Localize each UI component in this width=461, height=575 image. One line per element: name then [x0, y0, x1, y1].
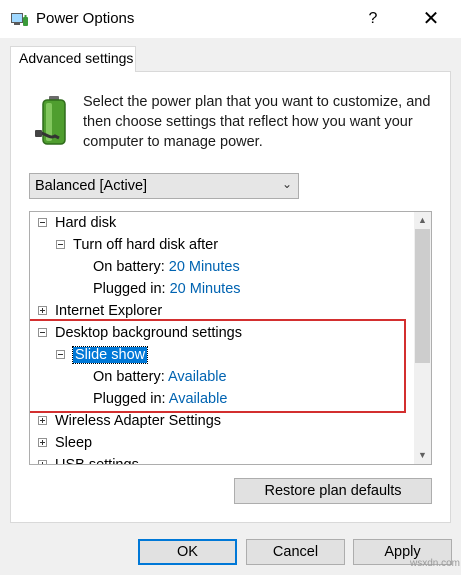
cancel-button[interactable]: Cancel	[246, 539, 345, 565]
expand-icon[interactable]	[38, 415, 47, 425]
scroll-up-icon[interactable]: ▲	[414, 212, 431, 229]
scroll-thumb[interactable]	[415, 229, 430, 363]
slideshow-on-battery-value[interactable]: Available	[168, 369, 227, 385]
tree-item-slide-show[interactable]: Slide show	[56, 344, 149, 366]
slideshow-plugged-in-value[interactable]: Available	[169, 391, 228, 407]
close-button[interactable]: ✕	[417, 6, 445, 32]
tree-item-usb-settings[interactable]: USB settings	[38, 454, 139, 464]
collapse-icon[interactable]	[38, 217, 47, 227]
scroll-down-icon[interactable]: ▼	[414, 447, 431, 464]
hdd-on-battery-value[interactable]: 20 Minutes	[169, 259, 240, 275]
tree-item-slideshow-plugged-in[interactable]: Plugged in: Available	[93, 388, 227, 410]
tree-item-desktop-background[interactable]: Desktop background settings	[38, 322, 242, 344]
chevron-down-icon: ⌄	[281, 177, 292, 191]
ok-button[interactable]: OK	[138, 539, 237, 565]
advanced-settings-panel: Select the power plan that you want to c…	[10, 71, 451, 523]
vertical-scrollbar[interactable]: ▲ ▼	[414, 212, 431, 464]
tree-item-hard-disk[interactable]: Hard disk	[38, 212, 116, 234]
tree-item-hdd-on-battery[interactable]: On battery: 20 Minutes	[93, 256, 240, 278]
expand-icon[interactable]	[38, 437, 47, 447]
slide-show-label: Slide show	[71, 346, 149, 364]
tree-item-internet-explorer[interactable]: Internet Explorer	[38, 300, 162, 322]
settings-tree[interactable]: Hard disk Turn off hard disk after On ba…	[29, 211, 432, 465]
help-button[interactable]: ?	[360, 6, 386, 32]
tree-item-slideshow-on-battery[interactable]: On battery: Available	[93, 366, 227, 388]
window-title: Power Options	[36, 10, 135, 27]
tree-item-wireless-adapter[interactable]: Wireless Adapter Settings	[38, 410, 221, 432]
battery-icon	[35, 94, 75, 150]
collapse-icon[interactable]	[38, 327, 47, 337]
collapse-icon[interactable]	[56, 239, 65, 249]
watermark-text: wsxdn.com	[410, 558, 461, 569]
tree-item-turn-off-hard-disk[interactable]: Turn off hard disk after	[56, 234, 218, 256]
restore-plan-defaults-button[interactable]: Restore plan defaults	[234, 478, 432, 504]
title-bar: Power Options ? ✕	[0, 0, 461, 38]
instructions-text: Select the power plan that you want to c…	[83, 94, 431, 150]
hdd-plugged-in-value[interactable]: 20 Minutes	[170, 281, 241, 297]
tree-item-hdd-plugged-in[interactable]: Plugged in: 20 Minutes	[93, 278, 241, 300]
tab-advanced-settings[interactable]: Advanced settings	[10, 46, 136, 72]
expand-icon[interactable]	[38, 305, 47, 315]
expand-icon[interactable]	[38, 459, 47, 464]
tree-item-sleep[interactable]: Sleep	[38, 432, 92, 454]
power-options-icon	[10, 10, 30, 28]
collapse-icon[interactable]	[56, 349, 65, 359]
power-plan-value: Balanced [Active]	[35, 178, 148, 194]
power-plan-dropdown[interactable]: Balanced [Active] ⌄	[29, 173, 299, 199]
